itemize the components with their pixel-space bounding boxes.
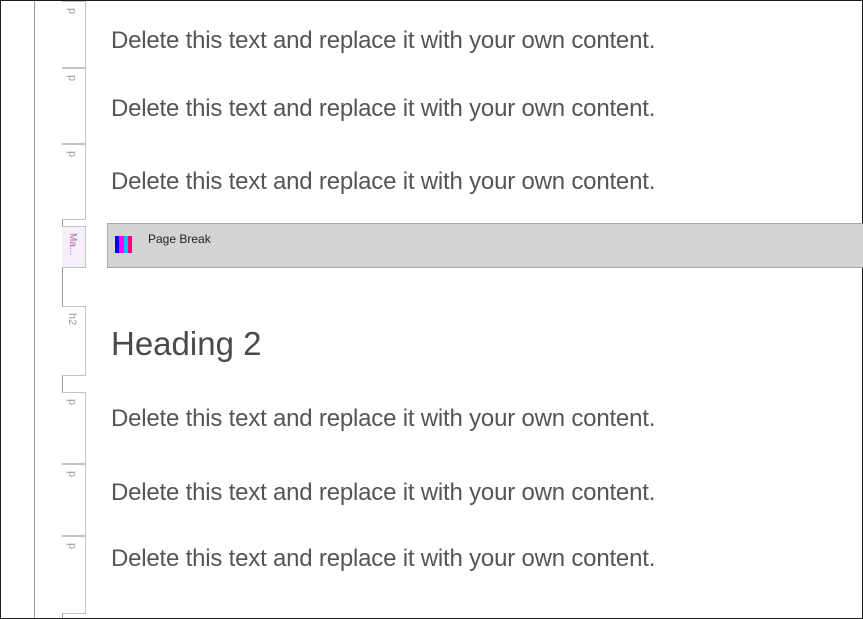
structure-tag-p[interactable]: p — [62, 392, 86, 464]
structure-tag-marker[interactable]: Ma... — [62, 226, 86, 268]
page-break-label: Page Break — [148, 232, 211, 246]
structure-tag-p[interactable]: p — [62, 464, 86, 536]
editor-frame: p p p Ma... h2 p p p Delete this text an… — [0, 0, 863, 619]
structure-tag-h2[interactable]: h2 — [62, 306, 86, 376]
paragraph[interactable]: Delete this text and replace it with you… — [111, 405, 655, 433]
structure-tag-p[interactable]: p — [62, 144, 86, 220]
heading-2[interactable]: Heading 2 — [111, 325, 261, 363]
page-break-block[interactable]: Page Break — [107, 223, 863, 268]
paragraph[interactable]: Delete this text and replace it with you… — [111, 168, 655, 196]
paragraph[interactable]: Delete this text and replace it with you… — [111, 545, 655, 573]
paragraph[interactable]: Delete this text and replace it with you… — [111, 27, 655, 55]
page-break-icon — [115, 236, 132, 253]
gutter-divider — [34, 1, 35, 618]
structure-tag-p[interactable]: p — [62, 536, 86, 614]
paragraph[interactable]: Delete this text and replace it with you… — [111, 479, 655, 507]
structure-tag-p[interactable]: p — [62, 1, 86, 68]
structure-tag-p[interactable]: p — [62, 68, 86, 144]
paragraph[interactable]: Delete this text and replace it with you… — [111, 95, 655, 123]
